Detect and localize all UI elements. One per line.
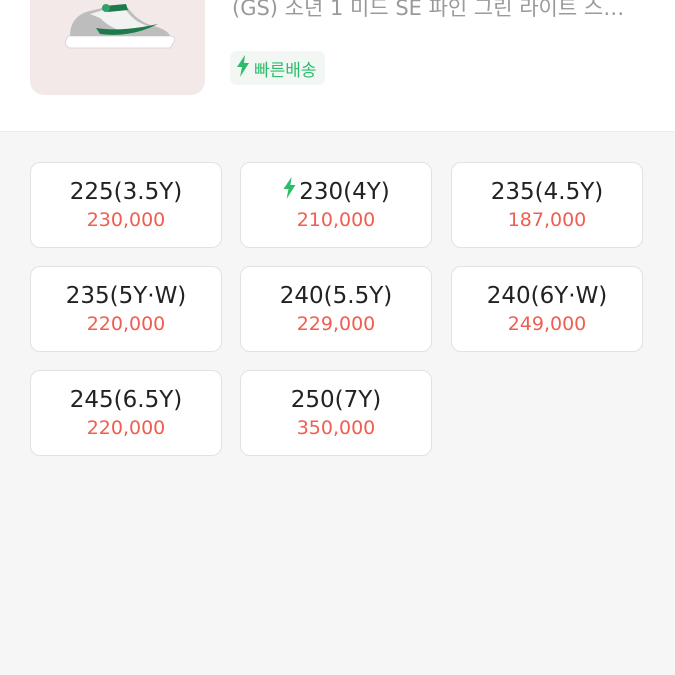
size-text: 230(4Y): [299, 179, 390, 205]
size-option-card[interactable]: 240(6Y·W) 249,000: [451, 266, 643, 352]
size-label: 235(4.5Y): [491, 177, 603, 207]
size-text: 235(4.5Y): [490, 179, 604, 205]
size-option-card[interactable]: 235(4.5Y) 187,000: [451, 162, 643, 248]
size-option-card[interactable]: 225(3.5Y) 230,000: [30, 162, 222, 248]
size-option-card[interactable]: 230(4Y) 210,000: [240, 162, 432, 248]
size-price: 249,000: [507, 313, 587, 335]
size-price: 220,000: [86, 313, 166, 335]
product-title[interactable]: (GS) 소년 1 미드 SE 파인 그린 라이트 스…: [232, 0, 652, 22]
size-option-card[interactable]: 250(7Y) 350,000: [240, 370, 432, 456]
lightning-icon: [282, 177, 297, 207]
size-label: 240(5.5Y): [280, 281, 392, 311]
size-label: 230(4Y): [282, 177, 390, 207]
size-label: 245(6.5Y): [70, 385, 182, 415]
size-price: 229,000: [296, 313, 376, 335]
size-text: 235(5Y·W): [65, 283, 187, 309]
size-text: 240(5.5Y): [279, 283, 393, 309]
product-thumbnail[interactable]: [30, 0, 205, 95]
size-text: 245(6.5Y): [69, 387, 183, 413]
size-price: 210,000: [296, 209, 376, 231]
size-price: 350,000: [296, 417, 376, 439]
size-label: 240(6Y·W): [487, 281, 608, 311]
size-text: 225(3.5Y): [69, 179, 183, 205]
size-text: 250(7Y): [290, 387, 382, 413]
size-price: 187,000: [507, 209, 587, 231]
lightning-icon: [236, 55, 250, 81]
fast-delivery-label: 빠른배송: [254, 60, 317, 81]
size-label: 235(5Y·W): [66, 281, 187, 311]
size-price: 230,000: [86, 209, 166, 231]
size-price: 220,000: [86, 417, 166, 439]
size-label: 225(3.5Y): [70, 177, 182, 207]
size-text: 240(6Y·W): [486, 283, 608, 309]
size-option-card[interactable]: 245(6.5Y) 220,000: [30, 370, 222, 456]
product-header: (GS) 소년 1 미드 SE 파인 그린 라이트 스… 빠른배송: [0, 0, 675, 132]
fast-delivery-badge: 빠른배송: [230, 51, 325, 85]
sneaker-image: [65, 4, 175, 49]
size-option-card[interactable]: 240(5.5Y) 229,000: [240, 266, 432, 352]
size-label: 250(7Y): [291, 385, 382, 415]
size-option-card[interactable]: 235(5Y·W) 220,000: [30, 266, 222, 352]
